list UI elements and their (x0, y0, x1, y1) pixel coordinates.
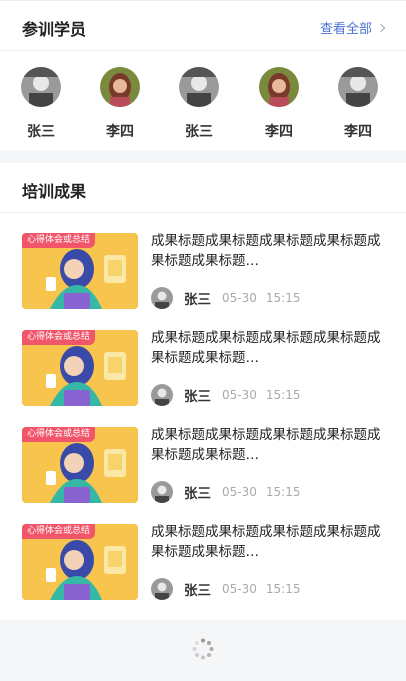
result-time: 15:15 (265, 582, 301, 596)
result-time: 15:15 (265, 388, 301, 402)
avatar (151, 481, 173, 503)
result-title: 成果标题成果标题成果标题成果标题成果标题成果标题… (151, 330, 381, 366)
avatar (259, 67, 299, 107)
trainees-title: 参训学员 (22, 20, 87, 39)
results-section: 培训成果 心得体会或总结 成果标题成果标题成果标题成果标题成果标题成果标题… 张… (0, 163, 406, 620)
avatar (151, 384, 173, 406)
view-all-link[interactable]: 查看全部 (319, 18, 386, 37)
trainee-name: 张三 (185, 124, 213, 140)
trainee-item[interactable]: 张三 (169, 67, 229, 141)
trainee-item[interactable]: 李四 (249, 67, 309, 141)
avatar (151, 287, 173, 309)
result-tag: 心得体会或总结 (22, 233, 96, 248)
trainee-item[interactable]: 张三 (11, 67, 71, 141)
trainee-name: 张三 (27, 124, 55, 140)
result-title: 成果标题成果标题成果标题成果标题成果标题成果标题… (151, 427, 381, 463)
avatar (151, 578, 173, 600)
result-thumbnail: 心得体会或总结 (22, 330, 138, 406)
chevron-right-icon (376, 23, 386, 32)
result-author: 张三 (184, 486, 211, 502)
trainees-header: 参训学员 查看全部 (0, 1, 406, 51)
result-meta: 张三 05-30 15:15 (151, 578, 300, 600)
result-author: 张三 (184, 292, 211, 308)
result-thumbnail: 心得体会或总结 (22, 427, 138, 503)
loading-spinner-icon (192, 638, 214, 660)
avatar (338, 67, 378, 107)
result-tag: 心得体会或总结 (22, 524, 96, 539)
result-item[interactable]: 心得体会或总结 成果标题成果标题成果标题成果标题成果标题成果标题… 张三 05-… (0, 522, 406, 602)
trainee-item[interactable]: 李四 (90, 67, 150, 141)
results-title: 培训成果 (22, 182, 87, 201)
avatar (179, 67, 219, 107)
result-tag: 心得体会或总结 (22, 427, 96, 442)
result-time: 15:15 (265, 485, 301, 499)
result-meta: 张三 05-30 15:15 (151, 384, 300, 406)
trainees-section: 参训学员 查看全部 张三 李四 张三 李四 李四 (0, 0, 406, 150)
result-date: 05-30 (222, 485, 257, 499)
result-date: 05-30 (222, 582, 257, 596)
view-all-label: 查看全部 (319, 22, 372, 37)
trainee-item[interactable]: 李四 (328, 67, 388, 141)
result-item[interactable]: 心得体会或总结 成果标题成果标题成果标题成果标题成果标题成果标题… 张三 05-… (0, 425, 406, 505)
result-thumbnail: 心得体会或总结 (22, 233, 138, 309)
result-item[interactable]: 心得体会或总结 成果标题成果标题成果标题成果标题成果标题成果标题… 张三 05-… (0, 328, 406, 408)
results-header: 培训成果 (0, 163, 406, 213)
result-title: 成果标题成果标题成果标题成果标题成果标题成果标题… (151, 524, 381, 560)
result-meta: 张三 05-30 15:15 (151, 287, 300, 309)
trainee-name: 李四 (265, 124, 293, 140)
result-tag: 心得体会或总结 (22, 330, 96, 345)
trainee-name: 李四 (344, 124, 372, 140)
result-author: 张三 (184, 583, 211, 599)
result-date: 05-30 (222, 388, 257, 402)
trainee-name: 李四 (106, 124, 134, 140)
result-thumbnail: 心得体会或总结 (22, 524, 138, 600)
result-author: 张三 (184, 389, 211, 405)
result-meta: 张三 05-30 15:15 (151, 481, 300, 503)
result-date: 05-30 (222, 291, 257, 305)
result-time: 15:15 (265, 291, 301, 305)
avatar (21, 67, 61, 107)
result-item[interactable]: 心得体会或总结 成果标题成果标题成果标题成果标题成果标题成果标题… 张三 05-… (0, 231, 406, 311)
avatar (100, 67, 140, 107)
result-title: 成果标题成果标题成果标题成果标题成果标题成果标题… (151, 233, 381, 269)
